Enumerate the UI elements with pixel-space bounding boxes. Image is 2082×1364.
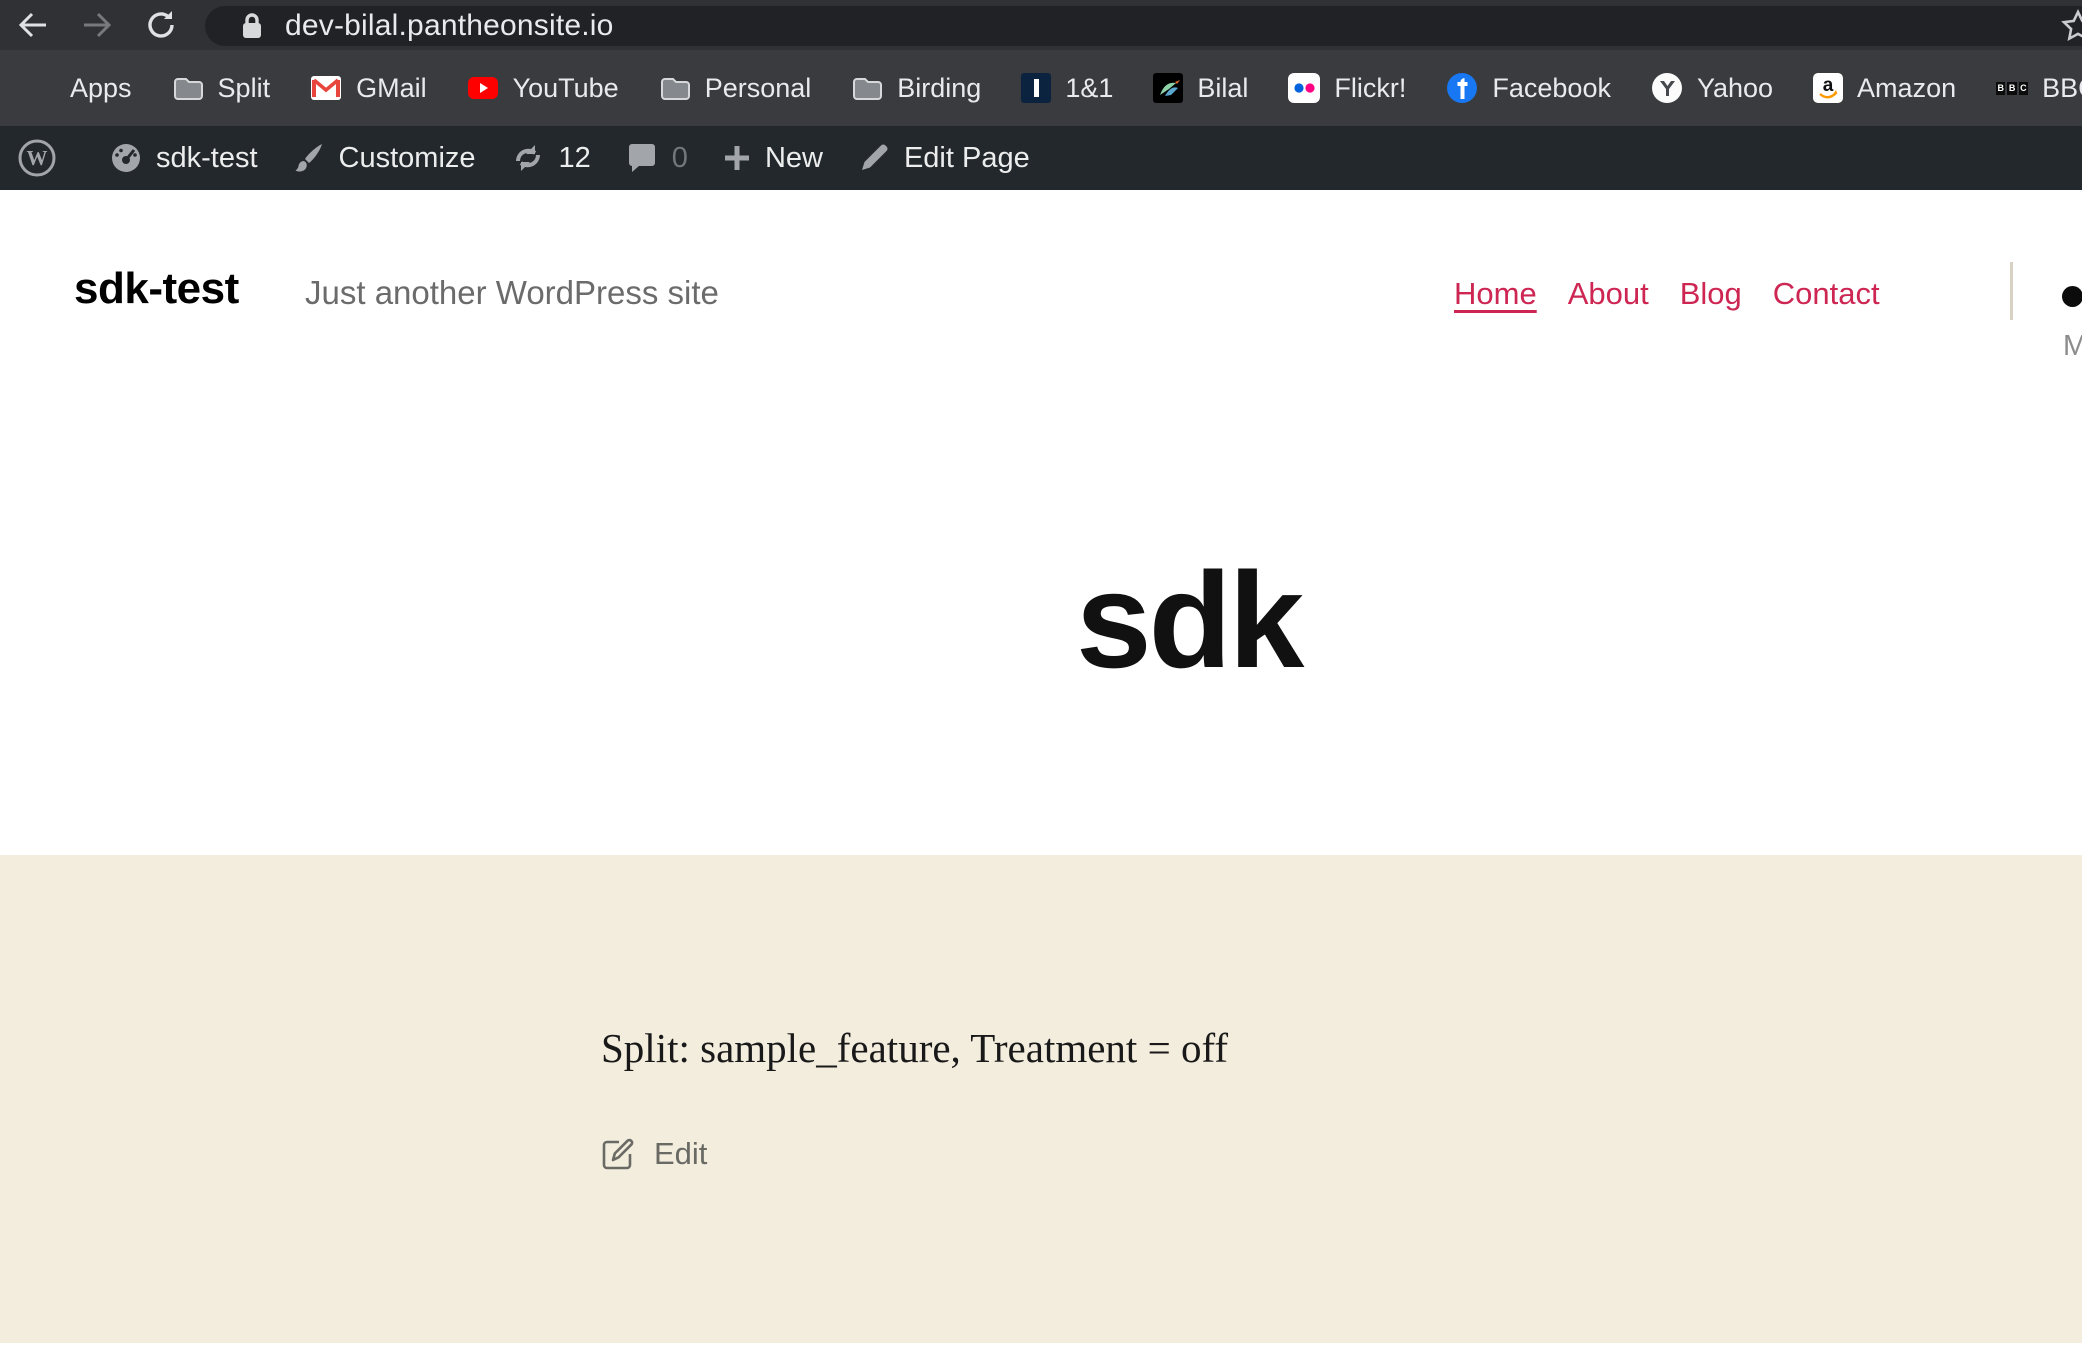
folder-icon xyxy=(659,72,691,104)
hummingbird-icon xyxy=(1153,73,1183,103)
split-section xyxy=(0,855,2082,1343)
reload-button[interactable] xyxy=(142,6,180,44)
site-logo-sdk: sdk xyxy=(1076,552,1296,688)
url-bar[interactable]: dev-bilal.pantheonsite.io xyxy=(205,6,2082,46)
bookmarks-bar: Apps Split GMail YouTube xyxy=(0,50,2082,126)
bookmark-facebook[interactable]: Facebook xyxy=(1446,72,1611,104)
reload-icon xyxy=(144,8,178,42)
bookmark-amazon[interactable]: a Amazon xyxy=(1813,73,1956,104)
more-toggle-label[interactable]: M xyxy=(2063,330,2082,363)
nav-link-home[interactable]: Home xyxy=(1454,276,1537,312)
edit-pencil-square-icon xyxy=(600,1136,636,1172)
new-label: New xyxy=(765,142,823,175)
bookmark-yahoo[interactable]: Yahoo xyxy=(1651,72,1773,104)
url-text: dev-bilal.pantheonsite.io xyxy=(285,9,614,43)
bookmark-1and1[interactable]: 1&1 xyxy=(1021,73,1113,104)
svg-text:a: a xyxy=(1823,75,1834,96)
apps-grid-icon xyxy=(24,72,56,104)
one-and-one-icon xyxy=(1021,73,1051,103)
wordpress-logo-icon: W xyxy=(17,138,57,178)
wp-logo-menu[interactable]: W xyxy=(12,126,74,190)
bookmark-youtube[interactable]: YouTube xyxy=(467,72,619,104)
bookmark-label: Bilal xyxy=(1197,73,1248,104)
header-divider xyxy=(2010,262,2013,320)
bookmark-label: YouTube xyxy=(513,73,619,104)
site-name-label: sdk-test xyxy=(156,142,258,175)
bookmark-label: Yahoo xyxy=(1697,73,1773,104)
edit-page-label: Edit Page xyxy=(904,142,1030,175)
edit-label: Edit xyxy=(654,1136,707,1172)
paintbrush-icon xyxy=(292,141,326,175)
bookmark-label: GMail xyxy=(356,73,427,104)
amazon-icon: a xyxy=(1813,73,1843,103)
bookmark-label: Amazon xyxy=(1857,73,1956,104)
bookmark-apps[interactable]: Apps xyxy=(24,72,132,104)
admin-bar-customize[interactable]: Customize xyxy=(275,126,493,190)
bookmark-label: Personal xyxy=(705,73,812,104)
gmail-icon xyxy=(310,72,342,104)
folder-icon xyxy=(172,72,204,104)
comment-bubble-icon xyxy=(625,141,659,175)
back-arrow-icon xyxy=(16,8,50,42)
primary-nav: Home About Blog Contact xyxy=(1454,276,1880,312)
flickr-icon xyxy=(1288,73,1320,103)
back-button[interactable] xyxy=(14,6,52,44)
lock-icon xyxy=(239,11,265,41)
more-toggle-dot-icon[interactable] xyxy=(2062,286,2082,307)
admin-bar-updates[interactable]: 12 xyxy=(493,126,608,190)
footer-strip xyxy=(0,1343,2082,1364)
bookmark-label: Flickr! xyxy=(1334,73,1406,104)
nav-link-contact[interactable]: Contact xyxy=(1773,276,1880,312)
bookmark-bbc[interactable]: BBC BBC xyxy=(1996,72,2082,104)
bookmark-gmail[interactable]: GMail xyxy=(310,72,427,104)
wp-admin-bar: W sdk-test Customize xyxy=(0,126,2082,190)
bookmark-flickr[interactable]: Flickr! xyxy=(1288,73,1406,104)
browser-toolbar: dev-bilal.pantheonsite.io xyxy=(0,0,2082,50)
bookmark-split[interactable]: Split xyxy=(172,72,271,104)
bookmark-birding[interactable]: Birding xyxy=(851,72,981,104)
folder-icon xyxy=(851,72,883,104)
bookmark-star-icon[interactable] xyxy=(2058,9,2082,43)
bookmark-label: Birding xyxy=(897,73,981,104)
bookmark-label: Apps xyxy=(70,73,132,104)
facebook-icon xyxy=(1446,72,1478,104)
bookmark-label: Split xyxy=(218,73,271,104)
svg-text:W: W xyxy=(27,146,48,170)
edit-link[interactable]: Edit xyxy=(600,1136,707,1172)
bookmark-label: 1&1 xyxy=(1065,73,1113,104)
yahoo-icon xyxy=(1651,72,1683,104)
bookmark-personal[interactable]: Personal xyxy=(659,72,812,104)
site-title[interactable]: sdk-test xyxy=(74,264,239,314)
dashboard-icon xyxy=(109,141,143,175)
admin-bar-site-name[interactable]: sdk-test xyxy=(92,126,275,190)
nav-link-blog[interactable]: Blog xyxy=(1680,276,1742,312)
youtube-icon xyxy=(467,72,499,104)
customize-label: Customize xyxy=(339,142,476,175)
bookmark-label: BBC xyxy=(2042,73,2082,104)
bbc-icon: BBC xyxy=(1996,72,2028,104)
admin-bar-new[interactable]: New xyxy=(705,126,840,190)
forward-arrow-icon xyxy=(80,8,114,42)
comments-count: 0 xyxy=(672,142,688,175)
bookmark-bilal[interactable]: Bilal xyxy=(1153,73,1248,104)
updates-icon xyxy=(510,140,546,176)
site-tagline: Just another WordPress site xyxy=(305,274,719,312)
admin-bar-comments[interactable]: 0 xyxy=(608,126,705,190)
forward-button[interactable] xyxy=(78,6,116,44)
plus-icon xyxy=(722,143,752,173)
split-treatment-text: Split: sample_feature, Treatment = off xyxy=(601,1024,1228,1072)
admin-bar-edit-page[interactable]: Edit Page xyxy=(840,126,1047,190)
nav-link-about[interactable]: About xyxy=(1568,276,1649,312)
updates-count: 12 xyxy=(559,142,591,175)
pencil-icon xyxy=(857,141,891,175)
bookmark-label: Facebook xyxy=(1492,73,1611,104)
